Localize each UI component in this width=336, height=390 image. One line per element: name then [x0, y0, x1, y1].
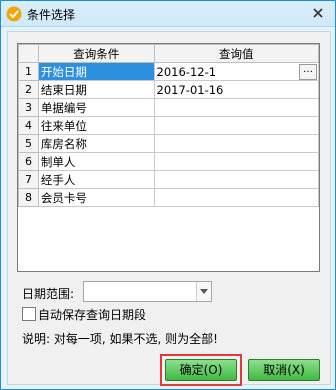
app-logo-icon — [6, 6, 22, 22]
auto-save-label[interactable]: 自动保存查询日期段 — [38, 306, 146, 323]
table-row[interactable]: 6 制单人 — [18, 152, 319, 171]
table-row[interactable]: 3 单据编号 — [18, 98, 319, 117]
condition-cell[interactable]: 经手人 — [37, 170, 155, 189]
dialog-body: 查询条件 查询值 1 开始日期 2016-12-1 … 2 结束日期 2017-0… — [7, 31, 331, 386]
grid-header-row: 查询条件 查询值 — [18, 44, 319, 63]
value-cell[interactable] — [153, 188, 319, 207]
row-number: 1 — [18, 62, 39, 81]
value-cell[interactable] — [153, 134, 319, 153]
value-cell[interactable] — [153, 152, 319, 171]
header-value: 查询值 — [153, 44, 319, 63]
row-number: 8 — [18, 188, 39, 207]
row-number: 3 — [18, 98, 39, 117]
condition-cell[interactable]: 开始日期 — [37, 62, 155, 81]
row-number: 4 — [18, 116, 39, 135]
table-row[interactable]: 5 库房名称 — [18, 134, 319, 153]
condition-select-dialog: 条件选择 查询条件 查询值 1 开始日期 2016-12-1 … 2 结束日期 2… — [0, 0, 336, 390]
table-row[interactable]: 4 往来单位 — [18, 116, 319, 135]
date-range-label: 日期范围: — [22, 287, 75, 301]
condition-grid[interactable]: 查询条件 查询值 1 开始日期 2016-12-1 … 2 结束日期 2017-0… — [17, 43, 320, 272]
value-cell[interactable] — [153, 170, 319, 189]
row-number: 7 — [18, 170, 39, 189]
close-icon[interactable] — [307, 4, 329, 22]
ok-button[interactable]: 确定(O) — [165, 359, 237, 381]
cancel-button[interactable]: 取消(X) — [248, 359, 320, 381]
date-range-combo[interactable] — [83, 281, 212, 302]
condition-cell[interactable]: 制单人 — [37, 152, 155, 171]
ellipsis-button[interactable]: … — [299, 64, 317, 80]
chevron-down-icon — [200, 289, 208, 294]
dropdown-button[interactable] — [196, 282, 211, 301]
condition-cell[interactable]: 往来单位 — [37, 116, 155, 135]
value-text: 2016-12-1 — [156, 64, 217, 79]
condition-cell[interactable]: 单据编号 — [37, 98, 155, 117]
condition-table: 查询条件 查询值 1 开始日期 2016-12-1 … 2 结束日期 2017-0… — [18, 44, 319, 207]
condition-cell[interactable]: 库房名称 — [37, 134, 155, 153]
condition-cell[interactable]: 结束日期 — [37, 80, 155, 99]
dialog-title: 条件选择 — [27, 8, 76, 22]
title-bar: 条件选择 — [1, 1, 335, 27]
row-number: 6 — [18, 152, 39, 171]
value-cell[interactable] — [153, 98, 319, 117]
auto-save-checkbox[interactable] — [22, 307, 36, 321]
value-cell[interactable]: 2017-01-16 — [153, 80, 319, 99]
value-cell[interactable]: 2016-12-1 … — [153, 62, 319, 81]
note-text: 说明: 对每一项, 如果不选, 则为全部! — [22, 332, 218, 346]
table-row[interactable]: 2 结束日期 2017-01-16 — [18, 80, 319, 99]
row-number: 5 — [18, 134, 39, 153]
table-row[interactable]: 1 开始日期 2016-12-1 … — [18, 62, 319, 81]
value-cell[interactable] — [153, 116, 319, 135]
header-corner — [18, 44, 39, 63]
table-row[interactable]: 7 经手人 — [18, 170, 319, 189]
header-condition: 查询条件 — [37, 44, 155, 63]
table-row[interactable]: 8 会员卡号 — [18, 188, 319, 207]
row-number: 2 — [18, 80, 39, 99]
condition-cell[interactable]: 会员卡号 — [37, 188, 155, 207]
